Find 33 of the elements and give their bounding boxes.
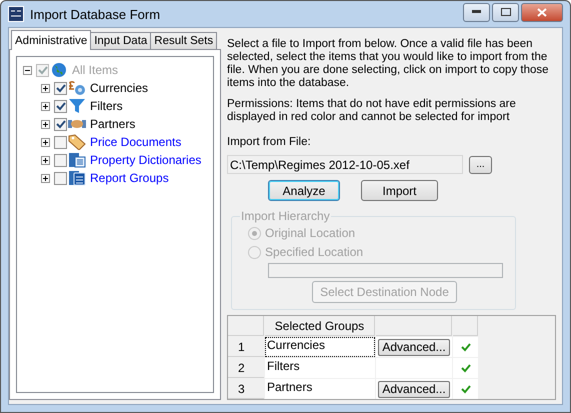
globe-icon	[50, 62, 68, 78]
form-icon	[8, 6, 24, 22]
analyze-button[interactable]: Analyze	[268, 180, 340, 201]
browse-button[interactable]: ...	[469, 156, 492, 174]
group-cell[interactable]: Currencies	[265, 337, 375, 357]
maximize-icon	[500, 8, 510, 16]
minimize-icon	[472, 10, 481, 14]
group-cell[interactable]: Filters	[265, 358, 375, 378]
file-label: Import from File:	[227, 136, 312, 149]
report-icon	[68, 170, 86, 186]
coins-icon	[68, 80, 86, 96]
radio-label: Original Location	[265, 226, 356, 240]
group-title: Import Hierarchy	[240, 209, 331, 223]
tab[interactable]: Input Data	[90, 32, 152, 50]
maximize-button[interactable]	[492, 2, 519, 22]
price-tag-icon	[68, 134, 86, 150]
advanced-button[interactable]: Advanced...	[378, 380, 450, 398]
close-icon	[537, 8, 547, 16]
window-title: Import Database Form	[30, 6, 160, 22]
file-path-field[interactable]: C:\Temp\Regimes 2012-10-05.xef	[227, 155, 463, 174]
tab[interactable]: Result Sets	[150, 32, 218, 50]
minimize-button[interactable]	[463, 2, 490, 22]
column-header[interactable]: Selected Groups	[265, 316, 375, 336]
close-button[interactable]	[521, 2, 563, 22]
book-icon	[68, 152, 86, 168]
permissions-text: Permissions: Items that do not have edit permissions are displayed in red color and cannot be selected for import	[227, 98, 517, 124]
radio-label: Specified Location	[265, 245, 364, 259]
advanced-button[interactable]: Advanced...	[378, 338, 450, 356]
tab[interactable]: Administrative	[11, 30, 92, 50]
group-cell[interactable]: Partners	[265, 379, 375, 399]
import-button[interactable]: Import	[361, 180, 438, 201]
filter-icon	[68, 98, 86, 114]
instructions-text: Select a file to Import from below. Once a valid file has been selected, select the items that you would like to import from the file. When you are done selecting, click on import to copy those items into the database.	[227, 38, 550, 90]
